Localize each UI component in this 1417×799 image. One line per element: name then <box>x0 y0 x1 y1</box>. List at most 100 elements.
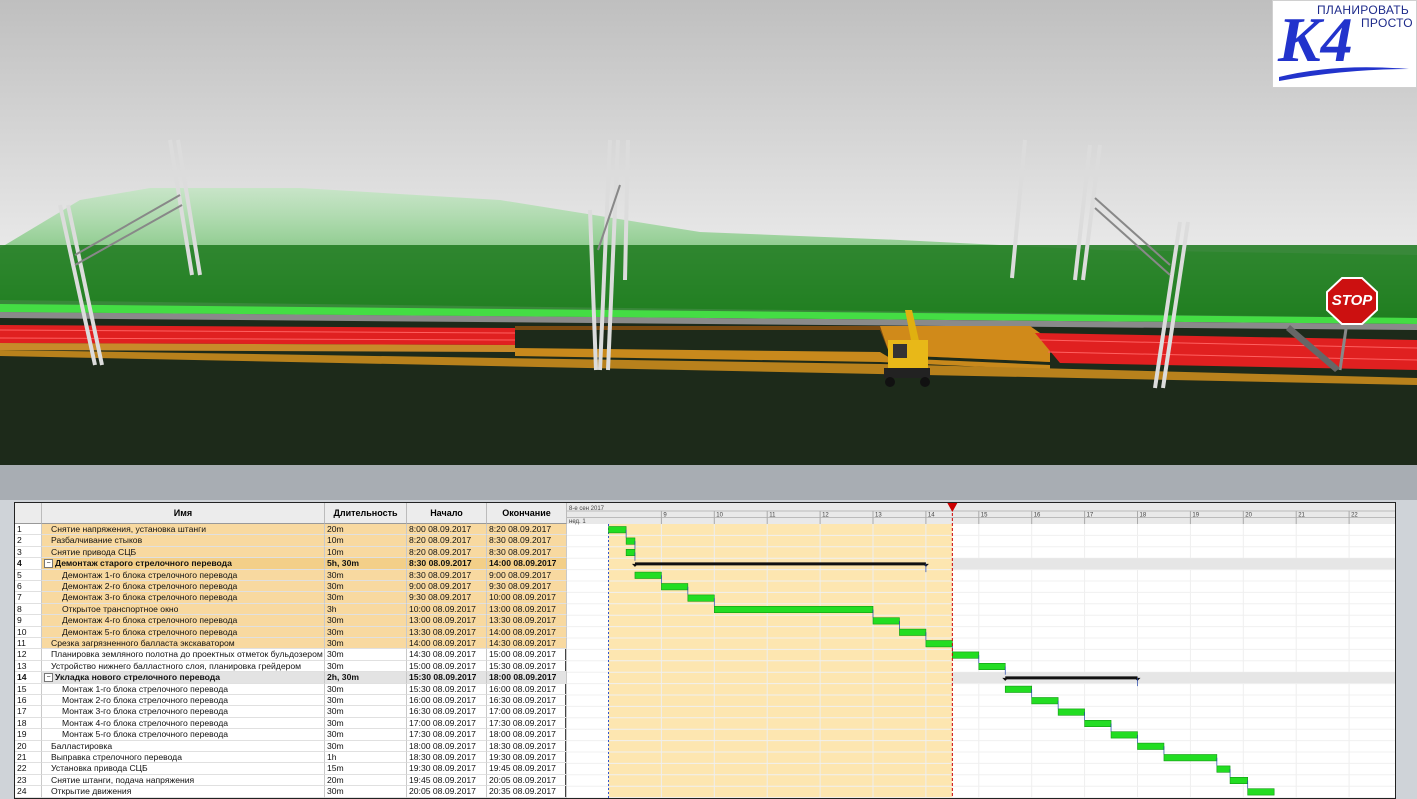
task-start-cell[interactable]: 13:00 08.09.2017 <box>407 615 487 627</box>
task-name-cell[interactable]: Снятие привода СЦБ <box>42 546 325 559</box>
task-start-cell[interactable]: 19:30 08.09.2017 <box>407 763 487 775</box>
task-start-cell[interactable]: 16:30 08.09.2017 <box>407 706 487 718</box>
task-start-cell[interactable]: 18:00 08.09.2017 <box>407 740 487 752</box>
collapse-toggle-icon[interactable]: − <box>44 673 53 683</box>
task-id-cell[interactable]: 23 <box>15 774 42 787</box>
task-start-cell[interactable]: 8:20 08.09.2017 <box>407 546 487 559</box>
task-id-cell[interactable]: 19 <box>15 729 42 741</box>
task-duration-cell[interactable]: 5h, 30m <box>325 558 407 570</box>
task-start-cell[interactable]: 8:30 08.09.2017 <box>407 569 487 581</box>
task-row[interactable]: 16 Монтаж 2-го блока стрелочного перевода… <box>15 695 567 707</box>
task-name-cell[interactable]: Открытие движения <box>42 786 325 798</box>
task-start-cell[interactable]: 8:20 08.09.2017 <box>407 535 487 547</box>
task-name-cell[interactable]: Разбалчивание стыков <box>42 535 325 547</box>
task-row[interactable]: 20 Балластировка 30m 18:00 08.09.2017 18:30 … <box>15 740 567 752</box>
task-finish-cell[interactable]: 13:00 08.09.2017 <box>487 603 567 616</box>
task-duration-cell[interactable]: 20m <box>325 524 407 536</box>
task-bar[interactable] <box>978 663 1006 671</box>
task-duration-cell[interactable]: 30m <box>325 581 407 593</box>
task-duration-cell[interactable]: 20m <box>325 774 407 787</box>
task-row[interactable]: 4− Демонтаж старого стрелочного перевода 5… <box>15 558 567 570</box>
task-id-cell[interactable]: 14 <box>15 672 42 684</box>
task-start-cell[interactable]: 18:30 08.09.2017 <box>407 752 487 764</box>
task-start-cell[interactable]: 13:30 08.09.2017 <box>407 626 487 638</box>
task-duration-cell[interactable]: 30m <box>325 786 407 798</box>
task-duration-cell[interactable]: 30m <box>325 683 407 695</box>
task-name-cell[interactable]: Монтаж 4-го блока стрелочного перевода <box>42 717 325 730</box>
task-duration-cell[interactable]: 2h, 30m <box>325 672 407 684</box>
task-bar[interactable] <box>1084 720 1112 728</box>
task-row[interactable]: 5 Демонтаж 1-го блока стрелочного перевод… <box>15 569 567 581</box>
task-id-cell[interactable]: 17 <box>15 706 42 718</box>
task-id-cell[interactable]: 7 <box>15 592 42 604</box>
task-id-cell[interactable]: 2 <box>15 535 42 547</box>
task-bar[interactable] <box>714 606 874 614</box>
task-id-cell[interactable]: 22 <box>15 763 42 775</box>
task-row[interactable]: 3 Снятие привода СЦБ 10m 8:20 08.09.2017 8:3… <box>15 546 567 559</box>
task-id-cell[interactable]: 3 <box>15 546 42 559</box>
task-finish-cell[interactable]: 18:30 08.09.2017 <box>487 740 567 752</box>
task-id-cell[interactable]: 16 <box>15 695 42 707</box>
task-name-cell[interactable]: Демонтаж 2-го блока стрелочного перевода <box>42 581 325 593</box>
task-id-cell[interactable]: 18 <box>15 717 42 730</box>
task-row[interactable]: 12 Планировка земляного полотна до проект… <box>15 649 567 661</box>
gantt-chart[interactable]: 8-е сен 2017 нед. 1 9 10 11 12 13 14 15 16 17 18 19 2… <box>567 503 1395 799</box>
task-duration-cell[interactable]: 30m <box>325 649 407 661</box>
task-name-cell[interactable]: Монтаж 5-го блока стрелочного перевода <box>42 729 325 741</box>
task-finish-cell[interactable]: 20:05 08.09.2017 <box>487 774 567 787</box>
task-name-cell[interactable]: Балластировка <box>42 740 325 752</box>
task-finish-cell[interactable]: 14:00 08.09.2017 <box>487 626 567 638</box>
task-finish-cell[interactable]: 15:00 08.09.2017 <box>487 649 567 661</box>
task-name-cell[interactable]: Демонтаж 1-го блока стрелочного перевода <box>42 569 325 581</box>
task-start-cell[interactable]: 15:30 08.09.2017 <box>407 683 487 695</box>
task-id-cell[interactable]: 6 <box>15 581 42 593</box>
column-header-start[interactable]: Начало <box>407 503 487 524</box>
task-finish-cell[interactable]: 17:00 08.09.2017 <box>487 706 567 718</box>
task-name-cell[interactable]: Устройство нижнего балластного слоя, пла… <box>42 660 325 673</box>
task-finish-cell[interactable]: 17:30 08.09.2017 <box>487 717 567 730</box>
task-bar[interactable] <box>1247 788 1275 796</box>
task-row[interactable]: 18 Монтаж 4-го блока стрелочного перевода… <box>15 717 567 730</box>
task-id-cell[interactable]: 8 <box>15 603 42 616</box>
task-id-cell[interactable]: 15 <box>15 683 42 695</box>
task-name-cell[interactable]: Снятие напряжения, установка штанги <box>42 524 325 536</box>
task-start-cell[interactable]: 20:05 08.09.2017 <box>407 786 487 798</box>
task-bar[interactable] <box>661 583 689 591</box>
task-finish-cell[interactable]: 10:00 08.09.2017 <box>487 592 567 604</box>
task-finish-cell[interactable]: 18:00 08.09.2017 <box>487 729 567 741</box>
task-row[interactable]: 2 Разбалчивание стыков 10m 8:20 08.09.2017 8… <box>15 535 567 547</box>
task-duration-cell[interactable]: 30m <box>325 706 407 718</box>
task-start-cell[interactable]: 9:30 08.09.2017 <box>407 592 487 604</box>
column-header-id[interactable] <box>15 503 42 524</box>
task-bar[interactable] <box>1137 742 1165 750</box>
collapse-toggle-icon[interactable]: − <box>44 559 53 569</box>
task-bar[interactable] <box>872 617 900 625</box>
task-id-cell[interactable]: 1 <box>15 524 42 536</box>
task-row[interactable]: 11 Срезка загрязненного балласта экскават… <box>15 638 567 650</box>
task-id-cell[interactable]: 24 <box>15 786 42 798</box>
task-name-cell[interactable]: Установка привода СЦБ <box>42 763 325 775</box>
task-bar[interactable] <box>1004 685 1033 693</box>
task-start-cell[interactable]: 14:00 08.09.2017 <box>407 638 487 650</box>
task-row[interactable]: 9 Демонтаж 4-го блока стрелочного перевод… <box>15 615 567 627</box>
task-row[interactable]: 6 Демонтаж 2-го блока стрелочного перевод… <box>15 581 567 593</box>
task-duration-cell[interactable]: 30m <box>325 638 407 650</box>
task-row[interactable]: 15 Монтаж 1-го блока стрелочного перевода… <box>15 683 567 695</box>
task-bar[interactable] <box>1110 731 1138 739</box>
task-start-cell[interactable]: 17:30 08.09.2017 <box>407 729 487 741</box>
task-duration-cell[interactable]: 30m <box>325 660 407 673</box>
task-bar[interactable] <box>625 537 636 545</box>
task-finish-cell[interactable]: 14:30 08.09.2017 <box>487 638 567 650</box>
task-start-cell[interactable]: 19:45 08.09.2017 <box>407 774 487 787</box>
task-name-cell[interactable]: Демонтаж 4-го блока стрелочного перевода <box>42 615 325 627</box>
task-duration-cell[interactable]: 30m <box>325 626 407 638</box>
task-row[interactable]: 8 Открытое транспортное окно 3h 10:00 08.09… <box>15 603 567 616</box>
task-finish-cell[interactable]: 8:30 08.09.2017 <box>487 535 567 547</box>
task-bar[interactable] <box>608 526 627 534</box>
task-finish-cell[interactable]: 8:20 08.09.2017 <box>487 524 567 536</box>
gantt-canvas[interactable]: 8-е сен 2017нед. 19 10 11 12 13 14 15 16 17 18 19 2… <box>567 503 1395 799</box>
task-finish-cell[interactable]: 16:00 08.09.2017 <box>487 683 567 695</box>
task-bar[interactable] <box>952 651 980 659</box>
task-name-cell[interactable]: Монтаж 2-го блока стрелочного перевода <box>42 695 325 707</box>
task-row[interactable]: 7 Демонтаж 3-го блока стрелочного перевод… <box>15 592 567 604</box>
